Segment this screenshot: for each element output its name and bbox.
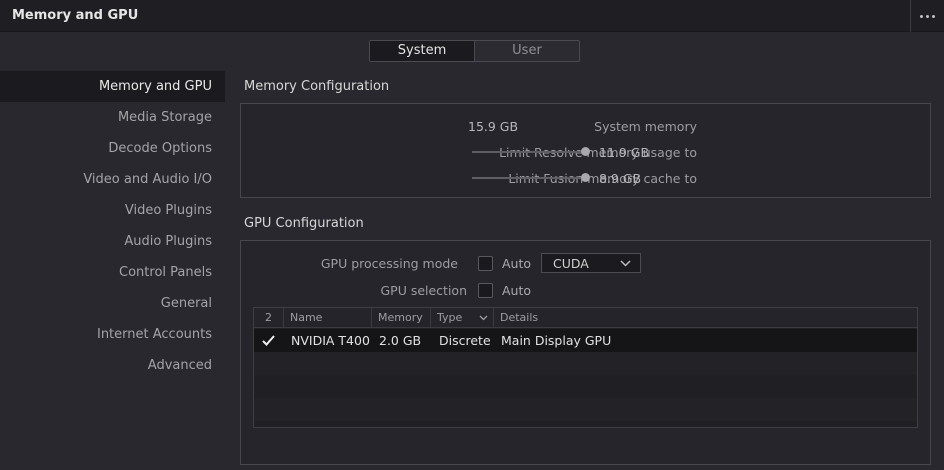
gpu-mode-auto-checkbox[interactable]: [478, 256, 493, 271]
window-title: Memory and GPU: [12, 8, 139, 23]
column-header-type-label: Type: [437, 311, 463, 324]
resolve-memory-slider[interactable]: [472, 147, 590, 156]
system-user-toggle: System User: [369, 40, 580, 62]
title-bar: Memory and GPU: [0, 0, 944, 32]
sidebar-item-decode-options[interactable]: Decode Options: [0, 133, 225, 164]
empty-table-row: [254, 398, 917, 421]
resolve-memory-value: 11.9 GB: [599, 145, 650, 160]
column-header-details[interactable]: Details: [494, 308, 917, 328]
column-header-memory[interactable]: Memory: [372, 308, 431, 328]
column-header-count[interactable]: 2: [254, 308, 284, 328]
sidebar: Memory and GPU Media Storage Decode Opti…: [0, 71, 225, 381]
tab-user[interactable]: User: [474, 41, 579, 61]
checkmark-icon[interactable]: [262, 335, 275, 346]
gpu-table: 2 Name Memory Type Details NVIDIA T400 2…: [253, 307, 918, 428]
sidebar-item-advanced[interactable]: Advanced: [0, 350, 225, 381]
system-memory-value: 15.9 GB: [468, 119, 519, 134]
sidebar-item-video-and-audio-io[interactable]: Video and Audio I/O: [0, 164, 225, 195]
more-options-button[interactable]: [910, 0, 944, 32]
chevron-down-icon: [479, 315, 488, 321]
fusion-cache-value: 8.9 GB: [599, 171, 642, 186]
sidebar-item-video-plugins[interactable]: Video Plugins: [0, 195, 225, 226]
system-memory-label: System memory: [594, 119, 697, 134]
gpu-name-cell: NVIDIA T400: [291, 333, 370, 348]
gpu-selection-auto-label: Auto: [502, 283, 532, 298]
sidebar-item-control-panels[interactable]: Control Panels: [0, 257, 225, 288]
fusion-cache-slider[interactable]: [472, 173, 590, 182]
table-row[interactable]: NVIDIA T400 2.0 GB Discrete Main Display…: [254, 329, 917, 352]
sidebar-item-memory-and-gpu[interactable]: Memory and GPU: [0, 71, 225, 102]
gpu-selection-label: GPU selection: [380, 283, 467, 298]
sidebar-item-media-storage[interactable]: Media Storage: [0, 102, 225, 133]
gpu-type-cell: Discrete: [439, 333, 491, 348]
sidebar-item-general[interactable]: General: [0, 288, 225, 319]
tab-system[interactable]: System: [370, 41, 474, 61]
sidebar-item-internet-accounts[interactable]: Internet Accounts: [0, 319, 225, 350]
empty-table-row: [254, 352, 917, 375]
memory-config-title: Memory Configuration: [244, 79, 390, 94]
gpu-table-header: 2 Name Memory Type Details: [254, 308, 917, 328]
gpu-processing-mode-dropdown[interactable]: CUDA: [541, 253, 641, 273]
fusion-cache-slider-handle[interactable]: [580, 173, 590, 182]
gpu-config-title: GPU Configuration: [244, 216, 364, 231]
gpu-selection-auto-checkbox[interactable]: [478, 283, 493, 298]
gpu-details-cell: Main Display GPU: [501, 333, 612, 348]
empty-table-row: [254, 375, 917, 398]
gpu-processing-mode-label: GPU processing mode: [320, 256, 458, 271]
sidebar-item-audio-plugins[interactable]: Audio Plugins: [0, 226, 225, 257]
column-header-name[interactable]: Name: [284, 308, 372, 328]
chevron-down-icon: [620, 260, 631, 267]
memory-config-panel: System memory 15.9 GB Limit Resolve memo…: [240, 103, 931, 198]
gpu-memory-cell: 2.0 GB: [379, 333, 422, 348]
gpu-mode-value: CUDA: [553, 256, 589, 271]
resolve-memory-slider-handle[interactable]: [580, 147, 590, 156]
gpu-mode-auto-label: Auto: [502, 256, 532, 271]
column-header-type[interactable]: Type: [431, 308, 494, 328]
